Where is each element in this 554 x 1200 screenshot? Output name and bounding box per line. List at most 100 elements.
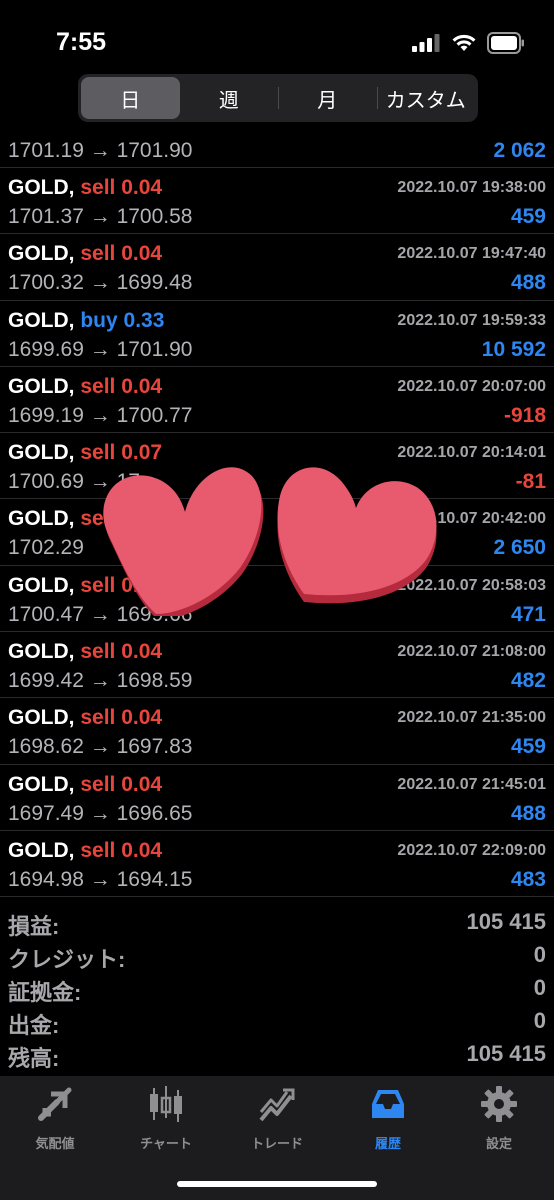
symbol-label: GOLD, [8, 838, 75, 862]
order-time: 2022.10.07 22:09:00 [397, 841, 546, 859]
order-time: 2022.10.07 19:38:00 [397, 179, 546, 196]
wifi-icon [452, 34, 476, 51]
heart-sticker-right [277, 467, 437, 604]
price-range: 1699.42 → 1698.59 [8, 669, 193, 693]
profit-value: 488 [510, 801, 546, 825]
tab-quotes[interactable]: 気配値 [0, 1084, 110, 1154]
tab-day[interactable]: 日 [81, 77, 180, 119]
order-time: 2022.10.07 21:35:00 [397, 709, 546, 727]
trade-chart-icon [259, 1088, 295, 1122]
order-title: GOLD, sell 0.04 [8, 773, 162, 797]
summary-value: 105 415 [466, 1041, 546, 1066]
profit-value: 471 [510, 602, 546, 626]
tab-chart[interactable]: チャート [111, 1084, 221, 1154]
profit-value: 483 [510, 867, 546, 891]
order-time: 2022.10.07 19:59:33 [397, 311, 546, 329]
summary-label: 残高: [8, 1046, 60, 1071]
order-title: GOLD, sell 0.04 [8, 706, 162, 730]
profit-value: 459 [510, 205, 546, 228]
tab-label: トレード [250, 1136, 303, 1151]
summary-label: クレジット: [8, 947, 126, 972]
history-row[interactable]: GOLD, sell 0.04 2022.10.07 19:47:40 1700… [0, 234, 554, 301]
order-time: 2022.10.07 19:47:40 [397, 245, 546, 263]
tab-settings[interactable]: 設定 [444, 1084, 554, 1154]
symbol-label: GOLD, [8, 772, 75, 796]
price-range: 1699.69 → 1701.90 [8, 337, 193, 361]
order-time: 2022.10.07 21:45:01 [397, 775, 546, 793]
profit-value: -918 [503, 403, 546, 427]
tab-label: チャート [140, 1136, 192, 1151]
price-range: 1701.37 → 1700.58 [8, 205, 193, 228]
summary-value: 0 [533, 975, 546, 1000]
home-indicator [177, 1181, 377, 1187]
summary-label: 証拠金: [8, 980, 82, 1005]
tab-month[interactable]: 月 [278, 77, 377, 119]
history-inbox-icon [372, 1090, 404, 1118]
account-summary: 損益: 105 415 クレジット: 0 証拠金: 0 出金: 0 残高: 10… [0, 906, 554, 1071]
history-row[interactable]: GOLD, buy 0.33 2022.10.07 19:59:33 1699.… [0, 301, 554, 367]
side-volume-label: sell 0.04 [80, 772, 163, 796]
tab-custom[interactable]: カスタム [376, 77, 476, 119]
profit-value: -81 [515, 470, 546, 494]
order-title: GOLD, sell 0.04 [8, 839, 162, 863]
symbol-label: GOLD, [8, 640, 75, 664]
gear-icon [481, 1086, 517, 1122]
profit-value: 2 650 [493, 536, 546, 560]
summary-label: 損益: [8, 914, 60, 939]
price-range: 1701.19 → 1701.90 [8, 139, 193, 162]
symbol-label: GOLD, [8, 573, 75, 597]
price-range: 1702.29 [8, 536, 84, 560]
price-range: 1698.62 → 1697.83 [8, 735, 193, 759]
tab-label: 履歴 [374, 1136, 401, 1151]
tab-label: 設定 [485, 1136, 512, 1151]
summary-value: 0 [533, 1008, 546, 1033]
history-row[interactable]: GOLD, sell 0.04 2022.10.07 21:35:00 1698… [0, 698, 554, 765]
side-volume-label: sell 0.04 [80, 374, 163, 398]
history-row-partial[interactable]: 1701.19 → 1701.90 2 062 [0, 134, 554, 168]
tab-trade[interactable]: トレード [222, 1084, 332, 1154]
symbol-label: GOLD, [8, 242, 75, 266]
history-row[interactable]: GOLD, sell 0.04 2022.10.07 21:45:01 1697… [0, 765, 554, 831]
tab-week[interactable]: 週 [180, 77, 279, 119]
cellular-signal-icon [412, 34, 440, 52]
status-bar: 7:55 [0, 0, 554, 72]
order-title: GOLD, sell 0.04 [8, 242, 162, 266]
order-title: GOLD, sell 0.04 [8, 640, 162, 664]
profit-value: 459 [510, 735, 546, 759]
price-range: 1700.32 → 1699.48 [8, 271, 193, 295]
summary-value: 0 [533, 942, 546, 967]
symbol-label: GOLD, [8, 507, 75, 531]
side-volume-label: sell 0.04 [80, 706, 163, 730]
price-range: 1699.19 → 1700.77 [8, 403, 193, 427]
candlestick-chart-icon [150, 1086, 182, 1122]
history-row[interactable]: GOLD, sell 0.04 2022.10.07 21:08:00 1699… [0, 632, 554, 699]
price-range: 1694.98 → 1694.15 [8, 867, 193, 891]
symbol-label: GOLD, [8, 308, 75, 332]
order-time: 2022.10.07 20:07:00 [397, 377, 546, 395]
price-range: 1697.49 → 1696.65 [8, 801, 193, 825]
symbol-label: GOLD, [8, 374, 75, 398]
symbol-label: GOLD, [8, 176, 75, 199]
history-row[interactable]: GOLD, sell 0.04 2022.10.07 20:07:00 1699… [0, 367, 554, 434]
tab-label: 気配値 [35, 1136, 75, 1151]
status-time: 7:55 [56, 28, 107, 56]
side-volume-label: sell 0.04 [80, 176, 163, 199]
profit-value: 488 [510, 271, 546, 295]
history-row[interactable]: GOLD, sell 0.04 2022.10.07 19:38:00 1701… [0, 168, 554, 235]
summary-profit: 損益: 105 415 [0, 906, 554, 939]
summary-value: 105 415 [466, 909, 546, 934]
heart-sticker-left [103, 467, 264, 616]
side-volume-label: buy 0.33 [80, 308, 165, 332]
battery-icon [487, 32, 524, 54]
history-row[interactable]: GOLD, sell 0.04 2022.10.07 22:09:00 1694… [0, 831, 554, 898]
order-time: 2022.10.07 21:08:00 [397, 643, 546, 661]
symbol-label: GOLD, [8, 441, 75, 465]
quotes-arrows-icon [38, 1087, 72, 1121]
profit-value: 2 062 [493, 139, 546, 162]
tab-history[interactable]: 履歴 [333, 1084, 443, 1154]
order-title: GOLD, buy 0.33 [8, 309, 164, 333]
profit-value: 10 592 [481, 337, 546, 361]
summary-withdrawal: 出金: 0 [0, 1005, 554, 1038]
summary-credit: クレジット: 0 [0, 939, 554, 972]
side-volume-label: sell 0.04 [80, 838, 163, 862]
